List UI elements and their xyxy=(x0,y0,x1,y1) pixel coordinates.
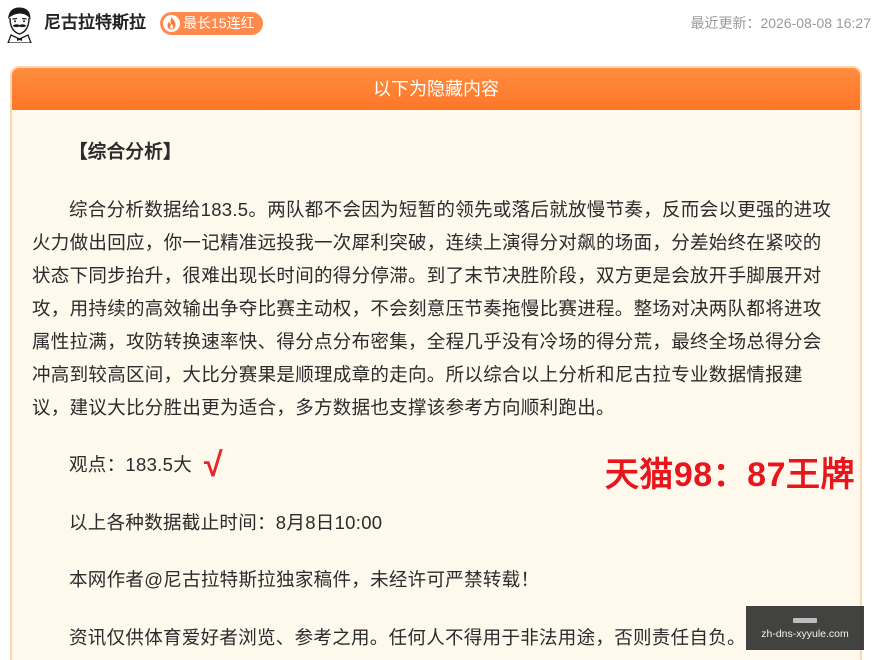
copyright-notice: 本网作者@尼古拉特斯拉独家稿件，未经许可严禁转载！ xyxy=(69,569,540,590)
promo-result-text: 天猫98：87王牌 xyxy=(604,456,855,494)
author-avatar[interactable] xyxy=(3,5,35,44)
streak-badge-label: 最长15连红 xyxy=(183,15,255,31)
last-updated: 最近更新：2026-08-08 16:27 xyxy=(690,15,871,31)
viewpoint-text: 观点：183.5大 xyxy=(69,454,192,475)
author-name[interactable]: 尼古拉特斯拉 xyxy=(44,12,146,34)
disclaimer: 资讯仅供体育爱好者浏览、参考之用。任何人不得用于非法用途，否则责任自负。 xyxy=(69,626,746,648)
streak-badge: 最长15连红 xyxy=(160,12,263,35)
site-watermark: zh-dns-xyyule.com xyxy=(746,606,864,650)
hidden-content-card: 以下为隐藏内容 【综合分析】 综合分析数据给183.5。两队都不会因为短暂的领先… xyxy=(10,66,862,660)
section-title: 【综合分析】 xyxy=(69,141,182,162)
watermark-domain: zh-dns-xyyule.com xyxy=(761,628,849,640)
article-body: 【综合分析】 综合分析数据给183.5。两队都不会因为短暂的领先或落后就放慢节奏… xyxy=(12,110,860,654)
flame-icon xyxy=(163,15,180,32)
data-cutoff-time: 以上各种数据截止时间：8月8日10:00 xyxy=(69,511,383,533)
avatar-portrait-icon xyxy=(7,7,32,44)
hidden-content-banner: 以下为隐藏内容 xyxy=(12,68,860,110)
analysis-paragraph: 综合分析数据给183.5。两队都不会因为短暂的领先或落后就放慢节奏，反而会以更强… xyxy=(32,198,832,418)
watermark-logo-icon xyxy=(793,618,817,623)
